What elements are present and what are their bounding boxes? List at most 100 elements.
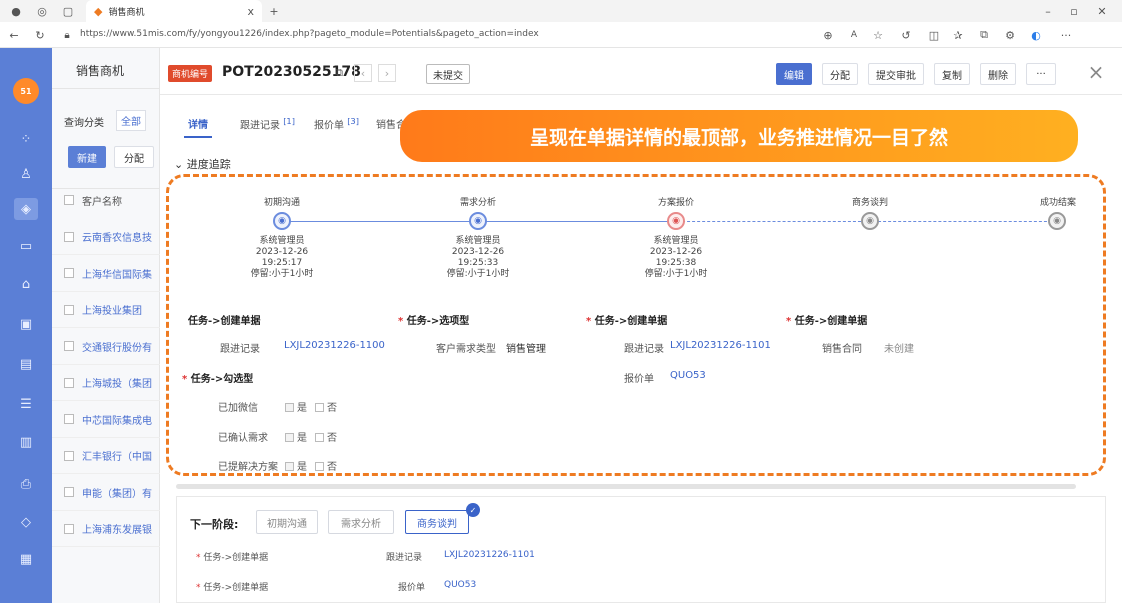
stage-option-button[interactable]: 需求分析 xyxy=(328,510,394,534)
minimize-icon[interactable]: – xyxy=(1040,3,1056,19)
split-screen-icon[interactable]: ◫ xyxy=(926,27,942,43)
tab-details[interactable]: 详情 xyxy=(188,116,208,131)
users-icon[interactable]: ♙ xyxy=(14,163,38,185)
row-checkbox[interactable] xyxy=(64,377,74,388)
stage-option-button[interactable]: 商务谈判 xyxy=(405,510,469,534)
tab-title: 销售商机 xyxy=(108,7,145,18)
next-link[interactable]: LXJL20231226-1101 xyxy=(444,550,535,560)
no-checkbox[interactable] xyxy=(315,462,324,471)
stage-name: 成功结案 xyxy=(1039,198,1076,208)
next-record-icon[interactable]: › xyxy=(378,64,396,82)
task-link[interactable]: LXJL20231226-1101 xyxy=(670,340,771,351)
bookmark-icon[interactable]: ◇ xyxy=(14,511,38,533)
negotiation-icon[interactable]: ◉ xyxy=(861,212,879,230)
document-icon[interactable]: ☰ xyxy=(14,393,38,415)
collections-icon[interactable]: ⧉ xyxy=(976,27,992,43)
list-item[interactable]: 交通银行股份有 xyxy=(52,329,160,365)
no-checkbox[interactable] xyxy=(315,403,324,412)
task-title: * 任务->选项型 xyxy=(398,312,469,327)
app-logo-icon[interactable]: 51 xyxy=(13,78,39,104)
more-actions-button[interactable]: ··· xyxy=(1026,63,1056,85)
tab-actions-icon[interactable]: ▢ xyxy=(60,3,76,19)
horizontal-scrollbar[interactable] xyxy=(176,484,1076,489)
list-item[interactable]: 上海浦东发展银 xyxy=(52,511,160,547)
printer-icon[interactable]: ⎙ xyxy=(14,473,38,495)
next-link[interactable]: QUO53 xyxy=(444,580,476,590)
filter-select[interactable]: 全部 xyxy=(116,110,146,131)
copilot-icon[interactable]: ◐ xyxy=(1028,27,1044,43)
folder-icon[interactable]: ▭ xyxy=(14,235,38,257)
list-item[interactable]: 申能（集团）有 xyxy=(52,475,160,511)
section-title: 进度追踪 xyxy=(186,158,231,171)
restore-icon[interactable]: ▫ xyxy=(1066,3,1082,19)
briefcase-icon[interactable]: ⌂ xyxy=(14,273,38,295)
yes-checkbox[interactable] xyxy=(285,403,294,412)
workspaces-icon[interactable]: ◎ xyxy=(34,3,50,19)
new-tab-icon[interactable]: + xyxy=(266,3,282,19)
list-item[interactable]: 上海投业集团 xyxy=(52,292,160,328)
assign-button[interactable]: 分配 xyxy=(114,146,154,168)
prev-record-icon[interactable]: ‹ xyxy=(354,64,372,82)
more-icon[interactable]: ··· xyxy=(1058,27,1074,43)
tab-quotes[interactable]: 报价单 [3] xyxy=(314,116,359,131)
footprint-icon[interactable]: ◉ xyxy=(273,212,291,230)
submit-approval-button[interactable]: 提交审批 xyxy=(868,63,924,85)
stage-option-button[interactable]: 初期沟通 xyxy=(256,510,318,534)
task-link[interactable]: LXJL20231226-1100 xyxy=(284,340,385,351)
read-aloud-icon[interactable]: A xyxy=(846,27,862,43)
quote-icon[interactable]: ◉ xyxy=(667,212,685,230)
edit-button[interactable]: 编辑 xyxy=(776,63,812,85)
check-label: 已加微信 xyxy=(218,403,258,414)
row-checkbox[interactable] xyxy=(64,450,74,461)
target-icon[interactable]: ◈ xyxy=(14,198,38,220)
progress-section-header[interactable]: ⌄ 进度追踪 xyxy=(174,156,231,172)
row-checkbox[interactable] xyxy=(64,304,74,315)
no-checkbox[interactable] xyxy=(315,433,324,442)
list-item[interactable]: 上海城投（集团 xyxy=(52,365,160,401)
yes-checkbox[interactable] xyxy=(285,462,294,471)
footprint-icon[interactable]: ◉ xyxy=(469,212,487,230)
delete-button[interactable]: 删除 xyxy=(980,63,1016,85)
list-item[interactable]: 云南香农信息技 xyxy=(52,219,160,255)
new-button[interactable]: 新建 xyxy=(68,146,106,168)
filter-label: 查询分类 xyxy=(64,118,104,129)
row-checkbox[interactable] xyxy=(64,487,74,497)
bag-icon[interactable]: ▣ xyxy=(14,313,38,335)
list-item[interactable]: 中芯国际集成电 xyxy=(52,402,160,438)
next-task: * 任务->创建单据 xyxy=(196,580,268,593)
list-item[interactable]: 上海华信国际集 xyxy=(52,256,160,292)
copy-icon[interactable]: ⧉ xyxy=(332,66,346,80)
zoom-icon[interactable]: ⊕ xyxy=(820,27,836,43)
assign-record-button[interactable]: 分配 xyxy=(822,63,858,85)
sync-icon[interactable]: ↺ xyxy=(898,27,914,43)
copy-button[interactable]: 复制 xyxy=(934,63,970,85)
tab-close-icon[interactable]: x xyxy=(247,5,254,18)
file-icon[interactable]: ▦ xyxy=(14,548,38,570)
list-item[interactable]: 汇丰银行（中国 xyxy=(52,438,160,474)
extensions-icon[interactable]: ⚙ xyxy=(1002,27,1018,43)
task-link[interactable]: QUO53 xyxy=(670,370,706,381)
tab-followups[interactable]: 跟进记录 [1] xyxy=(240,116,295,131)
board-icon[interactable]: ▥ xyxy=(14,431,38,453)
window-close-icon[interactable]: ✕ xyxy=(1094,3,1110,19)
close-detail-icon[interactable]: × xyxy=(1084,60,1108,84)
refresh-icon[interactable]: ↻ xyxy=(32,27,48,43)
favorites-icon[interactable]: ✰ xyxy=(950,27,966,43)
url-input[interactable]: https://www.51mis.com/fy/yongyou1226/ind… xyxy=(80,29,780,43)
grid-icon[interactable]: ⁘ xyxy=(14,128,38,150)
row-checkbox[interactable] xyxy=(64,341,74,351)
browser-tab[interactable]: ◆ 销售商机 x xyxy=(86,0,262,22)
row-checkbox[interactable] xyxy=(64,414,74,424)
row-checkbox[interactable] xyxy=(64,268,74,278)
row-checkbox[interactable] xyxy=(64,231,74,242)
row-checkbox[interactable] xyxy=(64,523,74,534)
select-all-checkbox[interactable] xyxy=(64,195,74,205)
favorite-star-icon[interactable]: ☆ xyxy=(870,27,886,43)
back-icon[interactable]: ← xyxy=(6,27,22,43)
profile-icon[interactable]: ● xyxy=(8,3,24,19)
closed-won-icon[interactable]: ◉ xyxy=(1048,212,1066,230)
task-field: 跟进记录 xyxy=(624,344,664,355)
yes-checkbox[interactable] xyxy=(285,433,294,442)
task-title-text: 任务->创建单据 xyxy=(794,316,868,327)
monitor-icon[interactable]: ▤ xyxy=(14,353,38,375)
